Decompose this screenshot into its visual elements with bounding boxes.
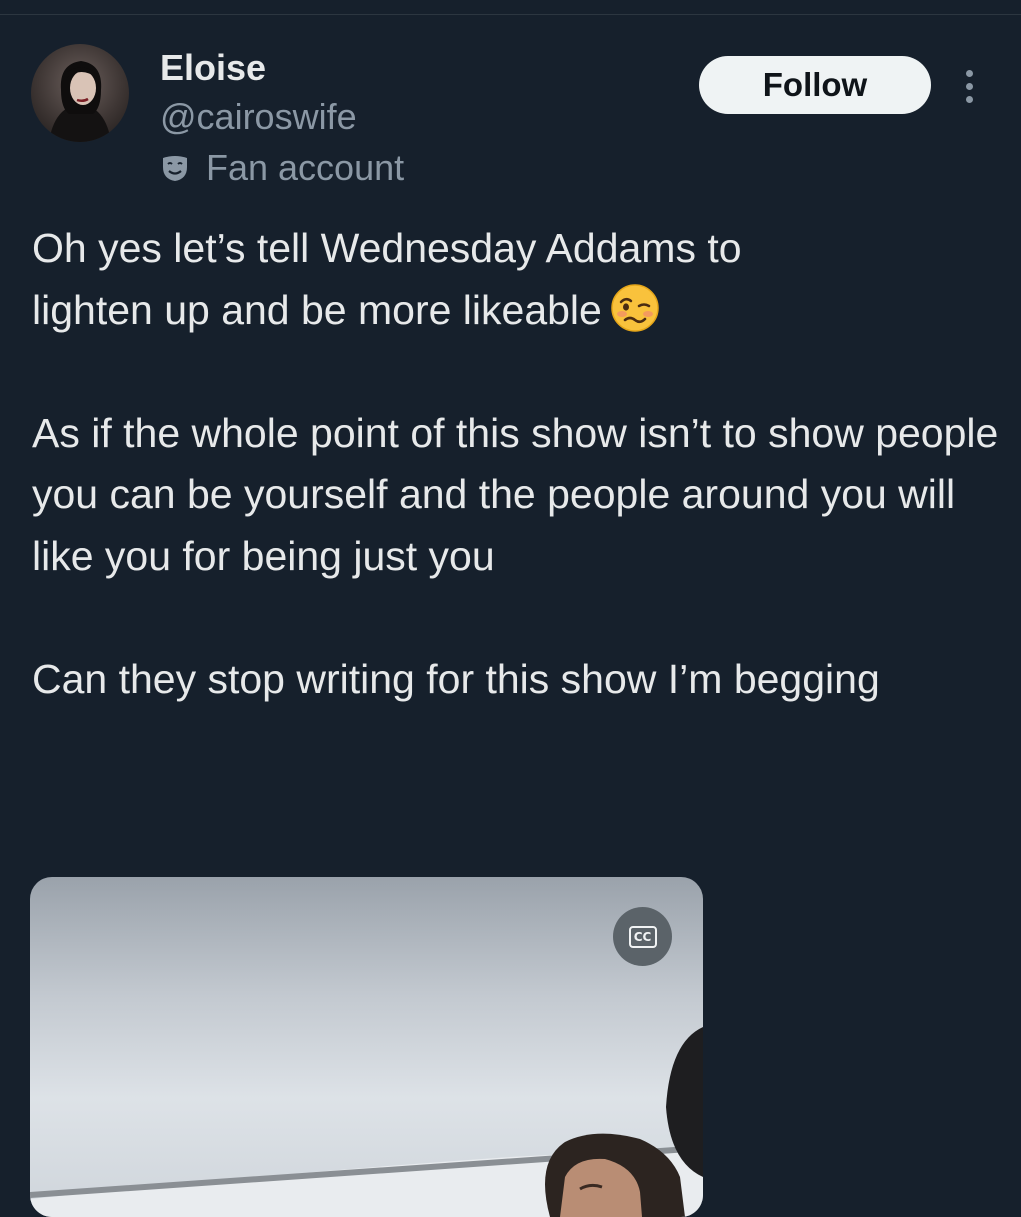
user-handle[interactable]: @cairoswife (160, 95, 357, 139)
tweet-paragraph-1: Oh yes let’s tell Wednesday Addams to li… (32, 218, 1007, 341)
avatar[interactable] (31, 44, 129, 142)
tweet-paragraph-1-line-2: lighten up and be more likeable (32, 286, 602, 333)
captions-icon: CC (628, 925, 657, 948)
more-options-icon[interactable] (953, 64, 985, 108)
woozy-face-emoji (611, 283, 659, 332)
display-name[interactable]: Eloise (160, 46, 266, 90)
top-divider (0, 14, 1021, 15)
tweet-paragraph-3: Can they stop writing for this show I’m … (32, 655, 880, 702)
account-label-text: Fan account (206, 147, 405, 188)
tweet-paragraph-2: As if the whole point of this show isn’t… (32, 409, 999, 579)
follow-button[interactable]: Follow (699, 56, 931, 114)
tweet-paragraph-1-line-1: Oh yes let’s tell Wednesday Addams to (32, 225, 742, 271)
theater-mask-icon (163, 156, 187, 181)
captions-button[interactable]: CC (613, 907, 672, 966)
account-label: Fan account (160, 146, 404, 190)
tweet-text: Oh yes let’s tell Wednesday Addams to li… (32, 218, 1007, 710)
video-thumbnail[interactable] (30, 877, 703, 1217)
